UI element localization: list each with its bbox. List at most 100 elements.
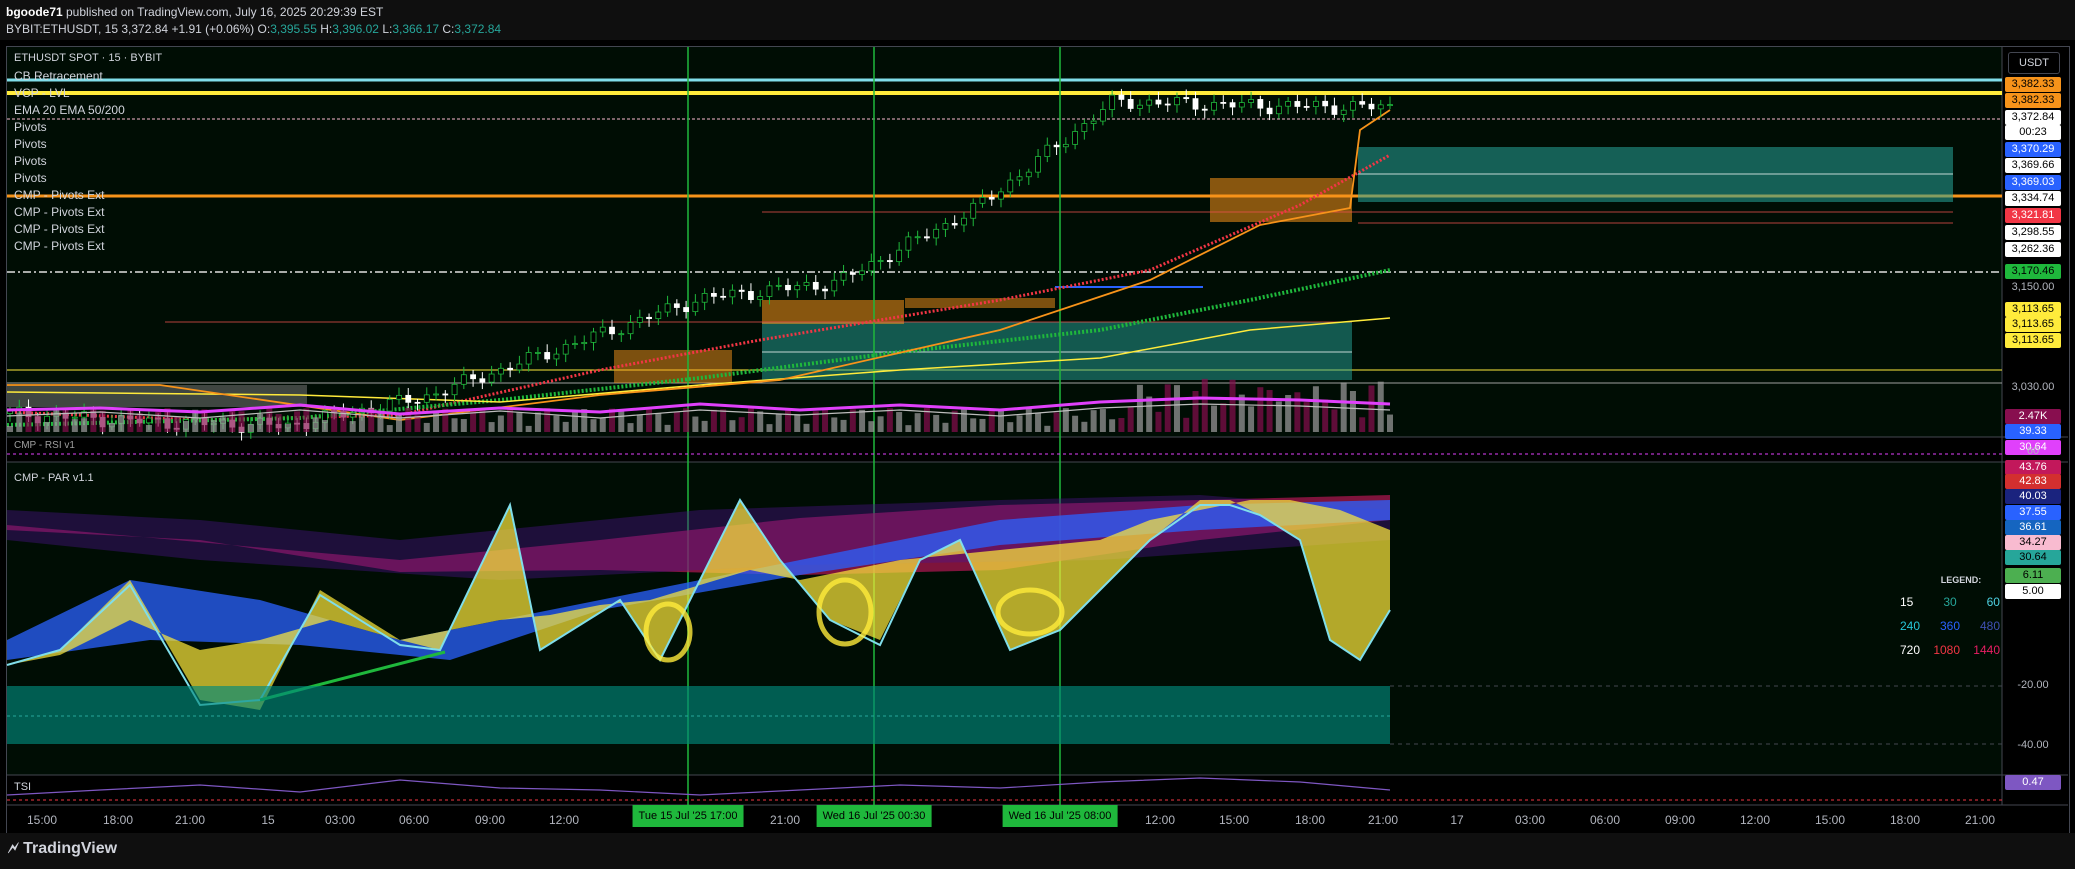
- price-tag: 3,262.36: [2005, 242, 2061, 257]
- volume-bar: [99, 410, 106, 432]
- price-tag: 0.47: [2005, 775, 2061, 790]
- price-tag: 3,372.84: [2005, 110, 2061, 125]
- tradingview-logo[interactable]: 🗲 TradingView: [8, 840, 117, 858]
- volume-bar: [525, 425, 532, 432]
- volume-bar: [247, 424, 254, 432]
- indicator-label[interactable]: CMP - Pivots Ext: [14, 222, 104, 236]
- candle-body: [664, 303, 671, 313]
- chart-canvas[interactable]: [0, 0, 2075, 869]
- cyan-zone-left: [762, 322, 1352, 380]
- indicator-label[interactable]: Pivots: [14, 171, 47, 185]
- price-tag: 40.03: [2005, 489, 2061, 504]
- time-label: 12:00: [1739, 813, 1771, 827]
- candle-body: [785, 284, 791, 291]
- candle-body: [794, 285, 801, 291]
- time-marker-label[interactable]: Wed 16 Jul '25 08:00: [1002, 805, 1118, 827]
- candle-body: [1248, 99, 1254, 103]
- volume-bar: [220, 417, 227, 432]
- indicator-label[interactable]: CMP - Pivots Ext: [14, 205, 104, 219]
- candle-body: [1387, 104, 1393, 106]
- cyan-zone-right: [1358, 147, 1953, 202]
- volume-bar: [1081, 421, 1088, 432]
- candle-body: [905, 236, 912, 251]
- volume-bar: [1257, 387, 1264, 432]
- volume-bar: [766, 424, 773, 432]
- legend-entry: 360: [1939, 619, 1961, 633]
- candle-body: [979, 196, 986, 204]
- volume-bar: [933, 414, 940, 432]
- time-label: 06:00: [1589, 813, 1621, 827]
- time-label: 03:00: [1514, 813, 1546, 827]
- indicator-label[interactable]: Pivots: [14, 120, 47, 134]
- time-marker-label[interactable]: Tue 15 Jul '25 17:00: [632, 805, 744, 827]
- price-tag: 00:23: [2005, 125, 2061, 140]
- time-label: 21:00: [1964, 813, 1996, 827]
- volume-bar: [127, 408, 134, 432]
- legend-rows: 15 30 60 240 360 480 720 1080 1440: [1900, 595, 2000, 657]
- candle-body: [914, 236, 921, 239]
- candle-body: [1035, 156, 1041, 173]
- volume-bar: [970, 418, 977, 432]
- price-tag: 2.47K: [2005, 409, 2061, 424]
- candle-body: [822, 288, 828, 292]
- candle-body: [1109, 94, 1116, 110]
- indicator-label[interactable]: CMP - Pivots Ext: [14, 239, 104, 253]
- volume-bar: [757, 411, 764, 432]
- candle-body: [1377, 104, 1384, 110]
- candle-body: [535, 352, 541, 354]
- indicator-label[interactable]: VCP - LVL: [14, 86, 70, 100]
- time-label: 18:00: [1889, 813, 1921, 827]
- candle-body: [868, 261, 875, 272]
- candle-body: [877, 260, 884, 262]
- volume-bar: [877, 416, 884, 432]
- volume-bar: [1118, 418, 1125, 432]
- volume-bar: [859, 409, 866, 432]
- volume-bar: [516, 412, 523, 432]
- time-label: 15:00: [1218, 813, 1250, 827]
- volume-bar: [886, 408, 893, 432]
- legend-row: 720 1080 1440: [1900, 643, 2000, 657]
- candle-body: [1340, 109, 1347, 115]
- legend-row: 15 30 60: [1900, 595, 2000, 609]
- price-tag: 3,170.46: [2005, 264, 2061, 279]
- candle-body: [599, 326, 606, 333]
- candle-body: [1016, 176, 1023, 181]
- currency-button[interactable]: USDT: [2008, 52, 2060, 74]
- volume-bar: [1007, 422, 1014, 432]
- volume-bar: [988, 408, 995, 432]
- indicator-label[interactable]: Pivots: [14, 137, 47, 151]
- indicator-label[interactable]: Pivots: [14, 154, 47, 168]
- candle-body: [1359, 101, 1366, 105]
- volume-bar: [71, 419, 78, 432]
- volume-bar: [1099, 409, 1106, 432]
- volume-bar: [868, 421, 875, 432]
- volume-bar: [646, 408, 653, 432]
- volume-bar: [7, 426, 13, 432]
- volume-bar: [145, 424, 152, 432]
- volume-bar: [451, 418, 458, 432]
- volume-bar: [433, 410, 440, 432]
- volume-bar: [720, 409, 727, 432]
- indicator-label[interactable]: CMP - Pivots Ext: [14, 188, 104, 202]
- volume-bar: [1322, 399, 1329, 432]
- volume-bar: [349, 421, 356, 432]
- volume-bar: [784, 408, 791, 432]
- volume-bar: [738, 417, 745, 432]
- price-tag: 3,030.00: [2011, 381, 2055, 393]
- candle-body: [71, 416, 78, 419]
- volume-bar: [1266, 390, 1273, 432]
- indicator-label[interactable]: EMA 20 EMA 50/200: [14, 103, 125, 117]
- candle-body: [720, 295, 727, 298]
- candle-body: [423, 394, 430, 403]
- candle-body: [1155, 99, 1162, 105]
- time-marker-label[interactable]: Wed 16 Jul '25 00:30: [816, 805, 932, 827]
- candle-body: [896, 249, 903, 263]
- candle-body: [951, 223, 958, 226]
- volume-bar: [803, 423, 810, 432]
- candle-body: [1137, 104, 1143, 109]
- indicator-label[interactable]: CB Retracement: [14, 69, 103, 83]
- candle-body: [544, 352, 551, 360]
- price-tag: 3,150.00: [2011, 281, 2055, 293]
- volume-bar: [1035, 412, 1042, 432]
- volume-bar: [358, 416, 365, 432]
